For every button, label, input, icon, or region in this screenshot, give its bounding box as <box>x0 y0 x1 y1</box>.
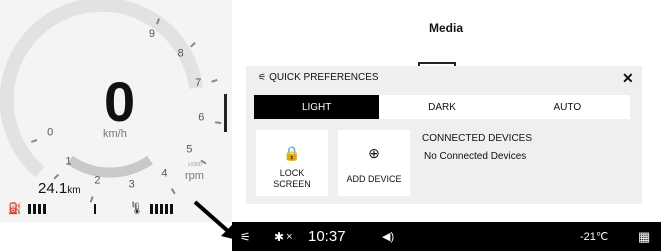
tach-tick <box>215 121 222 125</box>
level-bar <box>149 203 153 214</box>
quick-preferences-label: QUICK PREFERENCES <box>269 72 379 83</box>
media-title: Media <box>429 21 464 35</box>
sliders-icon[interactable]: ⚟ <box>240 222 251 251</box>
coolant-gauge: 🌡 <box>130 202 173 215</box>
level-bar <box>164 203 168 214</box>
plus-circle-icon: ⊕ <box>368 145 380 161</box>
bluetooth-off-mark: × <box>286 230 293 243</box>
connected-devices-empty: No Connected Devices <box>424 151 527 162</box>
quick-preferences-title: ⚟ QUICK PREFERENCES <box>258 72 379 83</box>
theme-selector: LIGHT DARK AUTO <box>254 95 630 119</box>
tach-label: 9 <box>149 28 155 40</box>
speed-unit-label: km/h <box>103 128 127 140</box>
fuel-pump-icon: ⛽ <box>8 203 22 215</box>
lock-screen-label-line1: LOCK <box>279 168 305 178</box>
sliders-icon: ⚟ <box>258 72 267 82</box>
tach-tick <box>31 139 38 143</box>
instrument-cluster: 0 1 2 3 4 5 6 7 8 9 0 km/h x1000 rpm 24.1km <box>0 0 232 222</box>
rpm-unit-label: rpm <box>185 170 204 182</box>
clock: 10:37 <box>308 228 346 245</box>
level-bar <box>154 203 158 214</box>
theme-option-light[interactable]: LIGHT <box>254 95 380 119</box>
tach-label: 4 <box>161 168 167 180</box>
fuel-gauge: ⛽ <box>8 202 46 215</box>
pointer-arrow <box>193 200 237 240</box>
add-device-label: ADD DEVICE <box>346 174 402 184</box>
status-bar: ⚟ ✱ × 10:37 ◀) -21℃ ▦ <box>232 222 661 251</box>
tach-tick <box>89 196 94 203</box>
tach-tick <box>211 78 218 83</box>
tach-label: 5 <box>186 144 192 156</box>
tach-tick <box>53 173 60 180</box>
tach-label: 3 <box>129 179 135 191</box>
level-bar <box>32 203 36 214</box>
odometer-unit: km <box>67 185 81 196</box>
tach-label: 8 <box>178 47 184 59</box>
grid-icon[interactable]: ▦ <box>638 222 650 251</box>
level-bar <box>37 203 41 214</box>
level-bar <box>169 203 173 214</box>
coolant-temp-icon: 🌡 <box>130 203 144 215</box>
odometer-value: 24.1 <box>38 180 68 197</box>
cluster-divider <box>224 94 227 132</box>
tach-tick <box>190 41 196 48</box>
speed-readout: 0 <box>104 70 136 133</box>
fuel-level-bars <box>27 203 46 214</box>
odometer: 24.1km <box>38 180 81 197</box>
tach-label: 1 <box>65 156 71 168</box>
fuel-gauge-divider <box>94 204 96 214</box>
tach-label: 2 <box>94 174 100 186</box>
level-bar <box>159 203 163 214</box>
bluetooth-status[interactable]: ✱ × <box>274 222 293 251</box>
theme-option-dark[interactable]: DARK <box>379 95 504 119</box>
bluetooth-icon: ✱ <box>274 229 285 244</box>
speaker-icon[interactable]: ◀) <box>382 222 394 251</box>
lock-screen-label-line2: SCREEN <box>273 179 311 189</box>
outside-temperature: -21℃ <box>580 231 609 243</box>
tach-label: 6 <box>198 111 204 123</box>
lock-icon: 🔒 <box>283 145 301 161</box>
coolant-level-bars <box>149 203 173 214</box>
level-bar <box>27 203 31 214</box>
add-device-button[interactable]: ⊕ ADD DEVICE <box>338 130 410 196</box>
theme-option-auto[interactable]: AUTO <box>505 95 630 119</box>
level-bar <box>42 203 46 214</box>
tach-label: 0 <box>47 126 53 138</box>
lock-screen-button[interactable]: 🔒 LOCK SCREEN <box>256 130 328 196</box>
rpm-multiplier-label: x1000 <box>188 162 202 168</box>
close-icon[interactable]: ✕ <box>622 70 634 87</box>
tach-label: 7 <box>195 77 201 89</box>
connected-devices-header: CONNECTED DEVICES <box>422 133 533 144</box>
tach-tick <box>170 188 176 195</box>
